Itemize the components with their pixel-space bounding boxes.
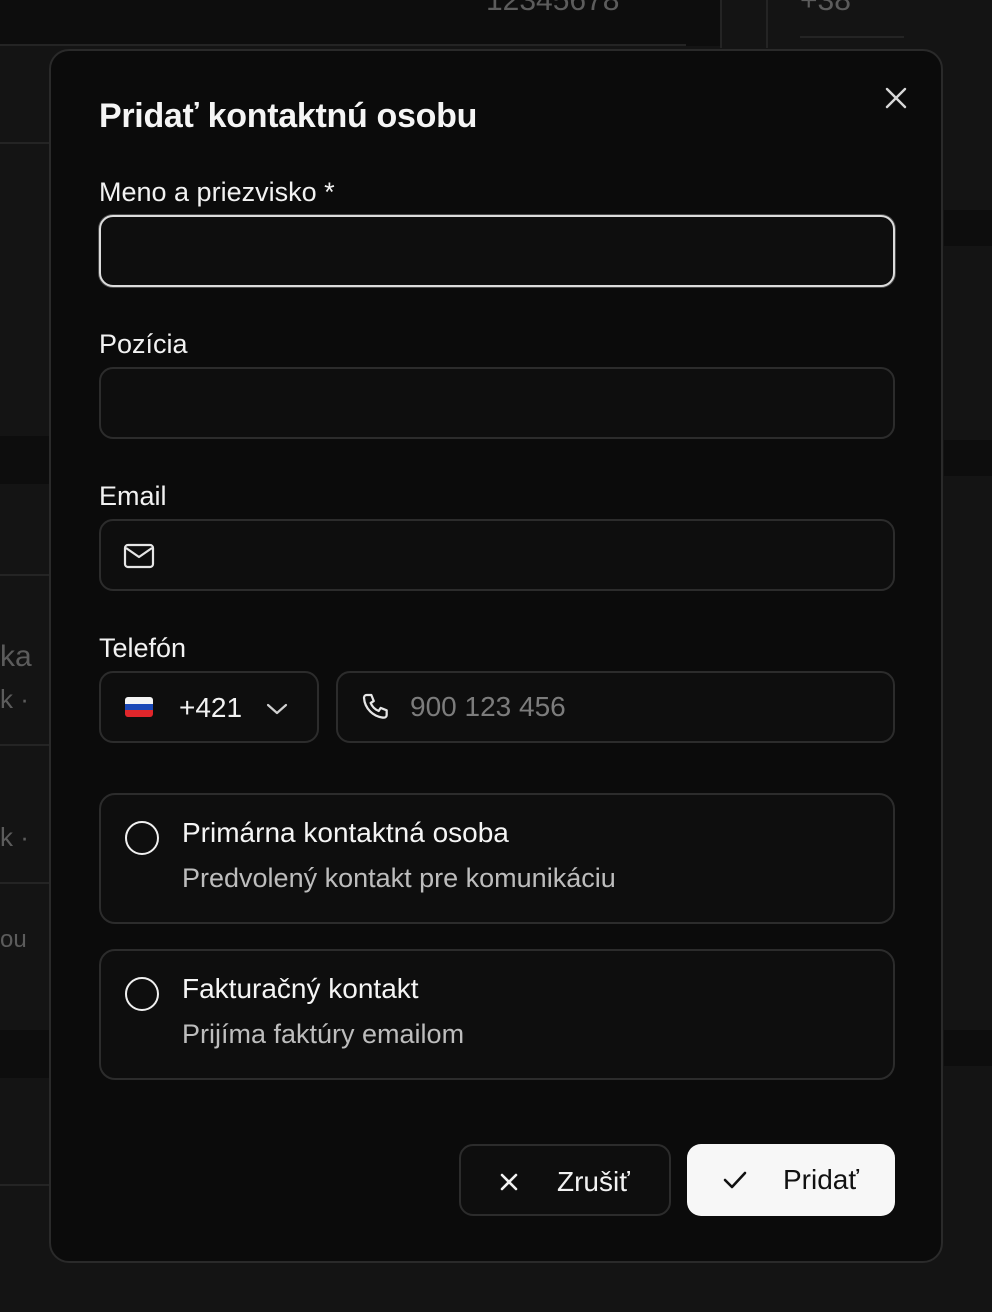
slovakia-flag-icon xyxy=(125,697,153,717)
billing-contact-option[interactable]: Fakturačný kontakt Prijíma faktúry email… xyxy=(99,949,895,1080)
billing-contact-radio[interactable] xyxy=(125,977,159,1011)
option-title: Fakturačný kontakt xyxy=(182,973,419,1004)
background-text-fragment: k · xyxy=(0,822,29,852)
name-input[interactable] xyxy=(101,217,893,285)
dial-code: +421 xyxy=(179,692,243,723)
add-button[interactable]: Pridať xyxy=(687,1144,895,1216)
primary-contact-option[interactable]: Primárna kontaktná osoba Predvolený kont… xyxy=(99,793,895,924)
email-label: Email xyxy=(99,481,167,511)
background-text-fragment: ka xyxy=(0,640,32,673)
option-title: Primárna kontaktná osoba xyxy=(182,817,509,848)
add-button-label: Pridať xyxy=(783,1164,859,1195)
position-label: Pozícia xyxy=(99,329,188,359)
cancel-button[interactable]: Zrušiť xyxy=(459,1144,671,1216)
background-code-text: +38 xyxy=(800,0,851,17)
add-contact-dialog: Pridať kontaktnú osobu Meno a priezvisko… xyxy=(49,49,943,1263)
background-id-text: 12345678 xyxy=(486,0,620,17)
position-input[interactable] xyxy=(101,369,893,437)
email-field[interactable] xyxy=(99,519,895,591)
email-input[interactable] xyxy=(101,521,893,589)
close-icon xyxy=(495,1168,523,1196)
check-icon xyxy=(721,1166,749,1194)
name-field[interactable] xyxy=(99,215,895,287)
background-text-fragment: ou xyxy=(0,926,27,953)
chevron-down-icon xyxy=(265,697,289,721)
background-text-fragment: k · xyxy=(0,684,29,714)
name-label: Meno a priezvisko * xyxy=(99,177,335,207)
dialog-title: Pridať kontaktnú osobu xyxy=(99,97,478,135)
option-description: Predvolený kontakt pre komunikáciu xyxy=(182,863,616,893)
close-button[interactable] xyxy=(879,81,913,115)
close-icon xyxy=(885,87,907,109)
primary-contact-radio[interactable] xyxy=(125,821,159,855)
phone-number-input[interactable] xyxy=(338,673,893,741)
cancel-button-label: Zrušiť xyxy=(557,1166,630,1197)
phone-field[interactable] xyxy=(336,671,895,743)
option-description: Prijíma faktúry emailom xyxy=(182,1019,465,1049)
country-code-select[interactable]: +421 xyxy=(99,671,319,743)
phone-label: Telefón xyxy=(99,633,187,663)
position-field[interactable] xyxy=(99,367,895,439)
